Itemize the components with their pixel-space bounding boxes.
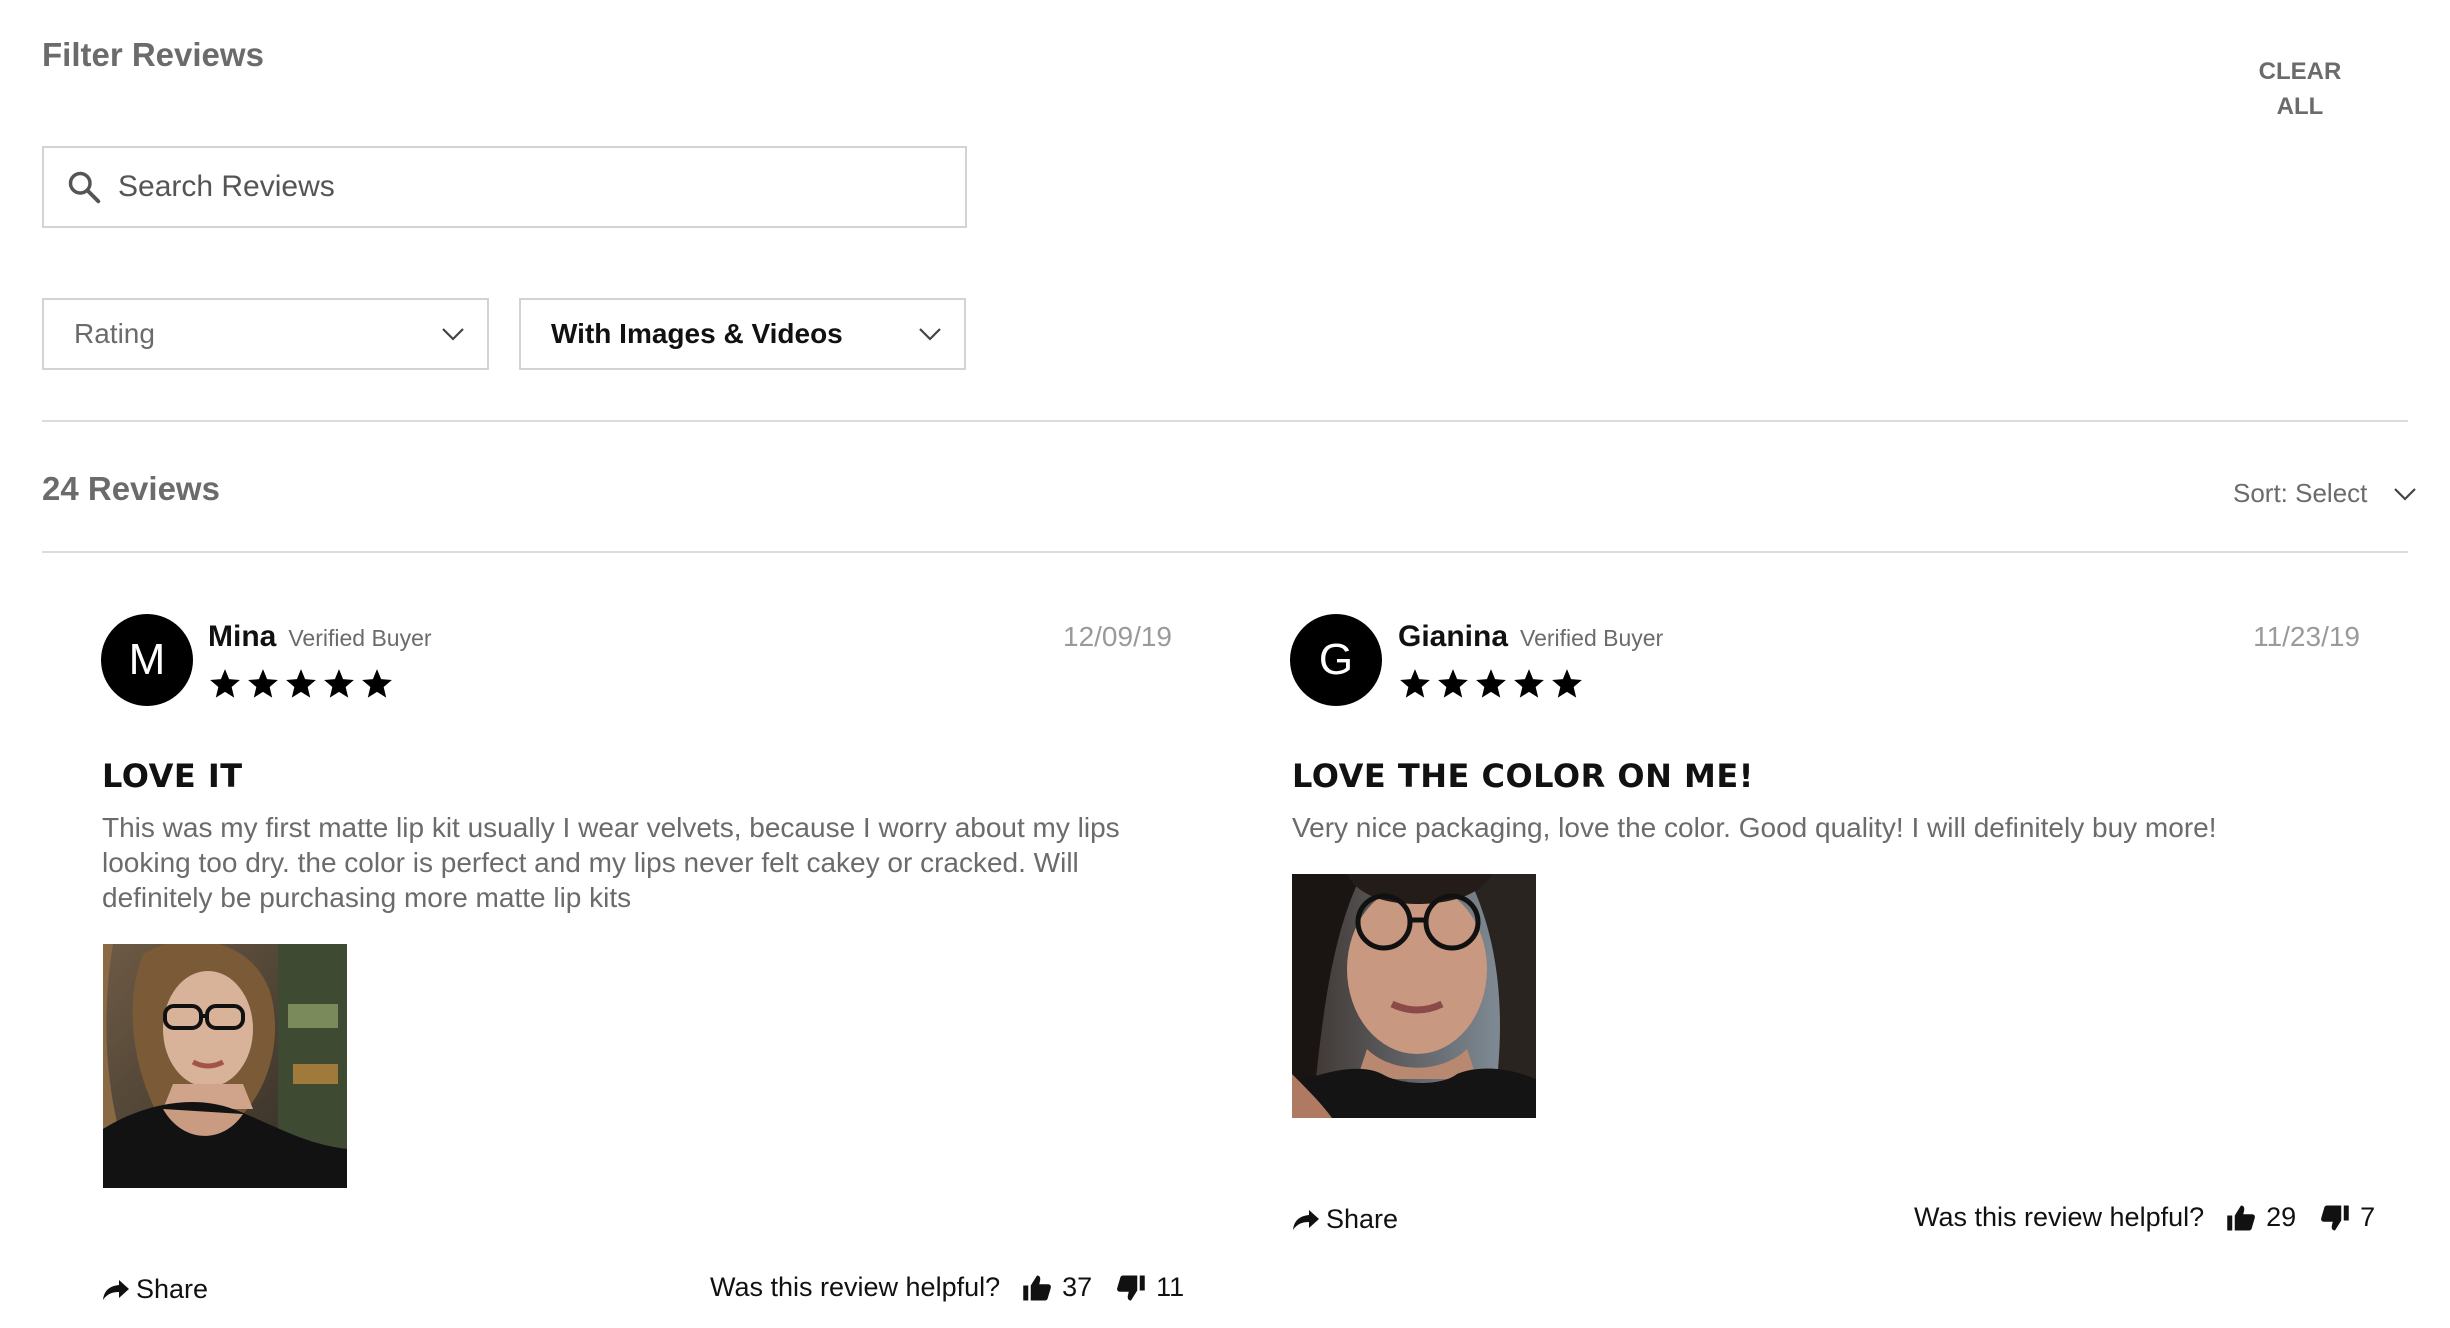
avatar: M	[101, 614, 193, 706]
helpful-yes-count: 29	[2266, 1202, 2297, 1232]
review-photo-image	[103, 944, 347, 1188]
star-rating	[1398, 667, 1584, 701]
divider	[42, 551, 2408, 553]
share-button[interactable]: Share	[1292, 1204, 1398, 1235]
review-body: This was my first matte lip kit usually …	[102, 810, 1182, 915]
star-icon	[1552, 669, 1582, 698]
star-icon	[1438, 669, 1468, 698]
verified-buyer-badge: Verified Buyer	[288, 625, 432, 651]
star-icon	[286, 669, 316, 698]
star-icon	[362, 669, 392, 698]
helpful-question: Was this review helpful?	[1914, 1202, 2205, 1232]
chevron-down-icon	[919, 328, 941, 341]
helpful-yes-button[interactable]: 29	[2226, 1202, 2296, 1233]
review-body-line: definitely be purchasing more matte lip …	[102, 882, 632, 913]
reviewer-name: Mina	[208, 620, 277, 653]
review-title: LOVE IT	[102, 757, 243, 795]
rating-filter-label: Rating	[74, 318, 155, 349]
star-icon	[1400, 669, 1430, 698]
share-icon	[1293, 1209, 1319, 1230]
reviewer-name: Gianina	[1398, 620, 1509, 653]
star-icon	[248, 669, 278, 698]
helpful-no-button[interactable]: 11	[1116, 1272, 1184, 1303]
review-photo[interactable]	[1292, 874, 1536, 1118]
search-icon	[68, 171, 101, 204]
star-rating	[208, 667, 394, 701]
helpful-no-count: 7	[2360, 1202, 2376, 1232]
verified-buyer-badge: Verified Buyer	[1520, 625, 1664, 651]
search-input[interactable]	[118, 170, 938, 204]
search-reviews-field[interactable]	[42, 146, 967, 228]
chevron-down-icon	[442, 328, 464, 341]
helpful-question: Was this review helpful?	[710, 1272, 1001, 1302]
star-icon	[210, 669, 240, 698]
helpful-voting: Was this review helpful? 37 11	[710, 1272, 1184, 1303]
images-videos-filter-label: With Images & Videos	[551, 318, 843, 349]
reviewer-info: Mina Verified Buyer	[208, 620, 432, 654]
review-photo[interactable]	[103, 944, 347, 1188]
chevron-down-icon	[2394, 487, 2417, 501]
clear-all-button[interactable]: CLEAR ALL	[2240, 54, 2360, 124]
review-photo-image	[1292, 874, 1536, 1118]
sort-label: Sort: Select	[2233, 478, 2368, 508]
review-date: 11/23/19	[2253, 621, 2360, 652]
thumbs-up-icon	[2227, 1205, 2256, 1230]
share-label: Share	[1326, 1204, 1399, 1234]
divider	[42, 420, 2408, 422]
review-date: 12/09/19	[1063, 621, 1172, 652]
helpful-no-button[interactable]: 7	[2320, 1202, 2375, 1233]
helpful-yes-button[interactable]: 37	[1022, 1272, 1092, 1303]
star-icon	[1514, 669, 1544, 698]
sort-select[interactable]: Sort: Select	[2233, 478, 2417, 509]
clear-all-label-line2: ALL	[2276, 93, 2324, 120]
thumbs-down-icon	[2321, 1205, 2349, 1230]
review-title: LOVE THE COLOR ON ME!	[1292, 757, 1754, 795]
helpful-voting: Was this review helpful? 29 7	[1914, 1202, 2375, 1233]
review-body-line: looking too dry. the color is perfect an…	[102, 847, 1079, 878]
share-button[interactable]: Share	[102, 1274, 208, 1305]
reviewer-info: Gianina Verified Buyer	[1398, 620, 1663, 654]
star-icon	[324, 669, 354, 698]
thumbs-up-icon	[1023, 1275, 1052, 1300]
review-body: Very nice packaging, love the color. Goo…	[1292, 810, 2372, 845]
images-videos-filter-select[interactable]: With Images & Videos	[519, 298, 966, 370]
reviews-count: 24 Reviews	[42, 470, 220, 507]
helpful-no-count: 11	[1156, 1272, 1185, 1302]
rating-filter-select[interactable]: Rating	[42, 298, 489, 370]
share-label: Share	[136, 1274, 209, 1304]
star-icon	[1476, 669, 1506, 698]
share-icon	[103, 1279, 129, 1300]
avatar: G	[1290, 614, 1382, 706]
helpful-yes-count: 37	[1062, 1272, 1093, 1302]
review-body-line: Very nice packaging, love the color. Goo…	[1292, 812, 2217, 843]
review-body-line: This was my first matte lip kit usually …	[102, 812, 1120, 843]
clear-all-label-line1: CLEAR	[2258, 58, 2342, 85]
thumbs-down-icon	[1117, 1275, 1145, 1300]
filter-reviews-heading: Filter Reviews	[42, 36, 264, 73]
